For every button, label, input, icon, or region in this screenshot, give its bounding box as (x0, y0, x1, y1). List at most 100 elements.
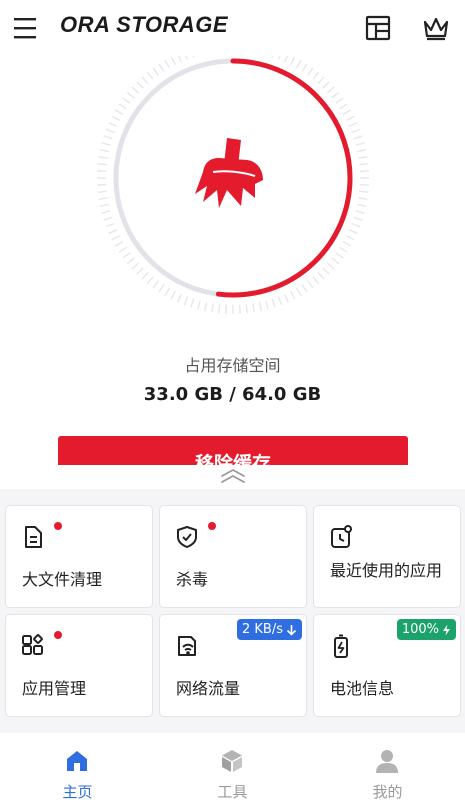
gauge-tick (359, 163, 369, 166)
tool-card-app-manager[interactable]: 应用管理 (5, 614, 153, 717)
gauge-tick (105, 128, 115, 134)
tool-card-battery-info[interactable]: 100% 电池信息 (313, 614, 461, 717)
gauge-tick (152, 280, 159, 289)
gauge-tick (342, 240, 352, 247)
gauge-tick (122, 252, 131, 259)
gauge-tick (351, 128, 361, 134)
gauge-tick (108, 122, 118, 127)
gauge-tick (312, 276, 320, 285)
gauge-tick (252, 303, 255, 313)
gauge-tick (301, 63, 308, 72)
gauge-tick (357, 203, 367, 207)
nav-label: 我的 (372, 783, 403, 801)
tool-card-label: 大文件清理 (22, 570, 103, 589)
nav-item-tools[interactable]: 工具 (155, 733, 310, 806)
gauge-tick (141, 271, 149, 280)
gauge-tick (307, 280, 314, 289)
gauge-tick (342, 109, 352, 116)
tool-card-label: 应用管理 (22, 679, 87, 698)
gauge-tick (277, 296, 283, 306)
gauge-tick (141, 76, 149, 85)
gauge-tick (118, 103, 127, 110)
gauge-tick (177, 293, 182, 303)
tool-card-large-files[interactable]: 大文件清理 (5, 505, 153, 608)
arrow-down-icon (286, 624, 297, 636)
gauge-tick (271, 298, 276, 308)
gauge-tick (348, 229, 358, 234)
gauge-tick (126, 257, 135, 265)
tool-card-recent-apps[interactable]: 最近使用的应用 (313, 505, 461, 608)
gauge-tick (326, 86, 335, 94)
battery-level-badge: 100% (396, 619, 456, 640)
gauge-tick (111, 115, 121, 121)
notification-dot (208, 522, 216, 530)
tool-card-label: 杀毒 (176, 570, 209, 589)
nav-item-profile[interactable]: 我的 (310, 733, 465, 806)
gauge-tick (331, 257, 340, 265)
home-icon (63, 747, 91, 775)
cube-icon (218, 747, 246, 775)
gauge-tick (170, 56, 176, 66)
gauge-tick (158, 284, 165, 293)
storage-gauge (92, 56, 374, 322)
storage-used-label: 占用存储空间 (184, 356, 281, 375)
remove-cache-button[interactable]: 移除缓存 (58, 436, 408, 465)
network-speed-badge: 2 KB/s (237, 619, 302, 640)
tool-card-label: 最近使用的应用 (330, 561, 443, 580)
layout-icon[interactable] (364, 14, 392, 42)
gauge-tick (158, 63, 165, 72)
top-app-bar: ORA STORAGE (0, 0, 465, 56)
gauge-tick (245, 304, 248, 314)
tool-card-label: 电池信息 (330, 679, 395, 698)
battery-icon (328, 633, 354, 659)
gauge-tick (277, 56, 281, 60)
chevron-up-double-icon[interactable] (219, 467, 247, 485)
gauge-tick (353, 216, 363, 221)
gauge-tick (348, 122, 358, 127)
gauge-tick (211, 303, 214, 313)
gauge-tick (339, 103, 348, 110)
gauge-tick (258, 302, 262, 312)
gauge-tick (108, 229, 118, 234)
hamburger-menu-icon[interactable] (12, 16, 40, 40)
gauge-tick (97, 163, 107, 166)
gauge-tick (359, 190, 369, 193)
network-traffic-icon (174, 633, 200, 659)
bottom-navigation: 主页 工具 我的 (0, 733, 465, 806)
gauge-tick (312, 71, 320, 80)
gauge-tick (99, 203, 109, 207)
tool-card-label: 网络流量 (176, 679, 241, 698)
gauge-tick (105, 222, 115, 228)
gauge-tick (146, 276, 154, 285)
gauge-tick (295, 287, 302, 297)
nav-item-home[interactable]: 主页 (0, 733, 155, 806)
gauge-tick (131, 262, 140, 270)
gauge-tick (339, 246, 348, 253)
gauge-tick (358, 197, 368, 200)
gauge-tick (353, 135, 363, 140)
tool-card-network-traffic[interactable]: 2 KB/s 网络流量 (159, 614, 307, 717)
gauge-tick (301, 284, 308, 293)
gauge-tick (177, 56, 182, 63)
gauge-tick (190, 298, 195, 308)
gauge-tick (317, 76, 325, 85)
gauge-tick (136, 81, 144, 89)
nav-label: 工具 (217, 783, 248, 801)
gauge-tick (358, 156, 368, 159)
gauge-tick (152, 67, 159, 76)
tool-card-antivirus[interactable]: 杀毒 (159, 505, 307, 608)
app-grid-icon (20, 633, 46, 659)
gauge-tick (322, 81, 330, 89)
gauge-tick (126, 91, 135, 99)
gauge-tick (331, 91, 340, 99)
gauge-tick (345, 115, 355, 121)
crown-icon[interactable] (421, 14, 451, 42)
gauge-tick (357, 149, 367, 153)
gauge-tick (284, 293, 289, 303)
person-icon (373, 747, 401, 775)
gauge-tick (98, 156, 108, 159)
network-speed-value: 2 KB/s (242, 622, 283, 637)
gauge-tick (345, 235, 355, 241)
gauge-tick (335, 252, 344, 259)
notification-dot (54, 631, 62, 639)
